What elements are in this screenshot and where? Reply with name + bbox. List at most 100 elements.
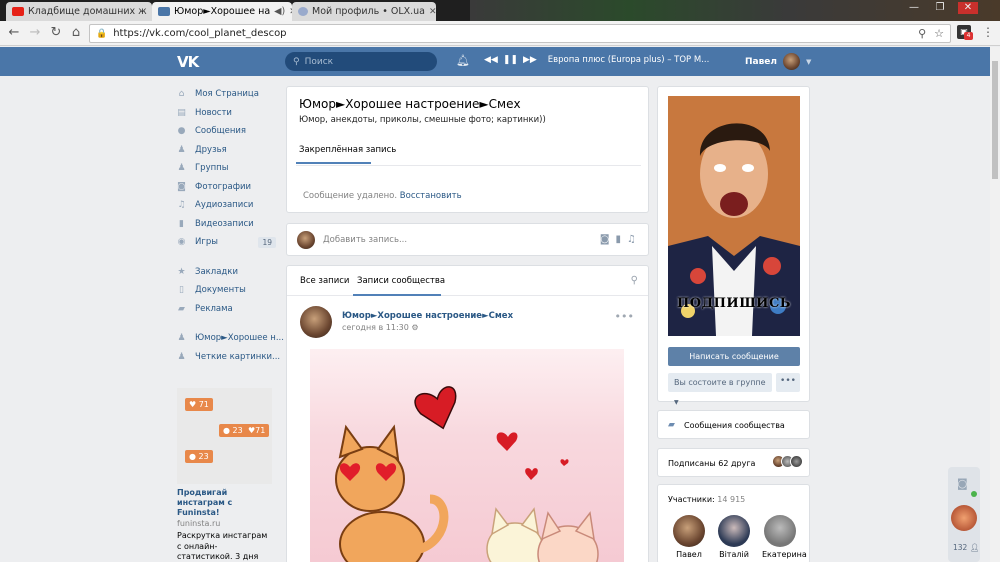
post-author-avatar[interactable] bbox=[300, 306, 332, 338]
group-header-card: Юмор►Хорошее настроение►Смех Юмор, анекд… bbox=[286, 86, 649, 213]
sidebar-item-label: Друзья bbox=[195, 144, 227, 155]
search-placeholder: Поиск bbox=[304, 56, 334, 67]
browser-tab-vk[interactable]: Юмор►Хорошее на ◀) ✕ bbox=[152, 2, 292, 21]
active-tab-indicator bbox=[353, 294, 441, 296]
browser-tab-olx[interactable]: Мой профиль • OLX.ua ✕ bbox=[292, 2, 436, 21]
window-close-icon[interactable]: ✕ bbox=[958, 2, 978, 14]
post-image[interactable] bbox=[310, 349, 624, 562]
deleted-text: Сообщение удалено. bbox=[303, 191, 398, 201]
browser-menu-icon[interactable]: ⋮ bbox=[982, 25, 994, 39]
more-actions-button[interactable]: ••• bbox=[776, 373, 800, 392]
minimize-icon[interactable]: — bbox=[904, 2, 924, 14]
back-icon[interactable]: ← bbox=[6, 25, 22, 41]
maximize-icon[interactable]: ❐ bbox=[930, 2, 950, 14]
scrollbar-thumb[interactable] bbox=[992, 61, 998, 179]
message-icon: ▰ bbox=[668, 420, 675, 430]
ad-text: Раскрутка инстаграм с онлайн-статистикой… bbox=[177, 531, 268, 561]
group-icon: ♟ bbox=[177, 351, 186, 362]
community-messages-label: Сообщения сообщества bbox=[684, 421, 785, 430]
add-post-box[interactable]: Добавить запись... ◙ ▮ ♫ bbox=[286, 223, 649, 256]
sidebar-item-label: Игры bbox=[195, 237, 218, 248]
user-menu[interactable]: Павел ▼ bbox=[745, 53, 811, 70]
sidebar-item-label: Группы bbox=[195, 163, 229, 174]
tab-pinned-post[interactable]: Закреплённая запись bbox=[299, 145, 396, 155]
bookmark-star-icon[interactable]: ☆ bbox=[934, 27, 944, 40]
sidebar-item[interactable]: ♟ Группы bbox=[176, 159, 276, 178]
scrollbar[interactable] bbox=[990, 47, 1000, 562]
url-text: https://vk.com/cool_planet_descop bbox=[113, 28, 287, 39]
tab-community-posts[interactable]: Записи сообщества bbox=[357, 276, 445, 286]
group-description: Юмор, анекдоты, приколы, смешные фото; к… bbox=[299, 115, 546, 125]
sidebar-item-label: Видеозаписи bbox=[195, 218, 254, 229]
menu-separator bbox=[176, 252, 276, 263]
post-time[interactable]: сегодня в 11:30 ⚙ bbox=[342, 323, 419, 332]
sidebar-item[interactable]: ⌂ Моя Страница bbox=[176, 85, 276, 104]
divider bbox=[296, 165, 641, 166]
post-author[interactable]: Юмор►Хорошее настроение►Смех bbox=[342, 311, 513, 321]
wall-feed: Все записи Записи сообщества ⚲ Юмор►Хоро… bbox=[286, 265, 649, 562]
membership-dropdown[interactable]: Вы состоите в группе ▼ bbox=[668, 373, 772, 406]
previous-track-icon[interactable]: ◀◀ bbox=[484, 55, 498, 65]
online-count[interactable]: 132 👤︎ bbox=[953, 543, 979, 552]
restore-link[interactable]: Восстановить bbox=[400, 191, 462, 201]
extension-icon[interactable]: ▣4 bbox=[957, 25, 973, 40]
sidebar-item[interactable]: ★ Закладки bbox=[176, 263, 276, 282]
write-message-button[interactable]: Написать сообщение bbox=[668, 347, 800, 366]
ad-image: ♥ 71 ● 23 ♥71 ● 23 bbox=[177, 388, 272, 484]
forward-icon[interactable]: → bbox=[27, 25, 43, 41]
video-icon[interactable]: ▮ bbox=[616, 234, 622, 245]
sidebar-item-label: Аудиозаписи bbox=[195, 200, 254, 211]
members-label[interactable]: Участники: 14 915 bbox=[668, 495, 745, 504]
ad-block[interactable]: ♥ 71 ● 23 ♥71 ● 23 Продвигай инстаграм с… bbox=[177, 388, 272, 562]
friends-subscribed[interactable]: Подписаны 62 друга bbox=[657, 448, 810, 477]
deleted-message: Сообщение удалено. Восстановить bbox=[303, 191, 462, 201]
member-item[interactable]: Віталій bbox=[716, 515, 752, 559]
search-icon[interactable]: ⚲ bbox=[631, 275, 638, 286]
camera-icon[interactable]: ◙ bbox=[957, 477, 968, 490]
home-icon[interactable]: ⌂ bbox=[68, 25, 84, 41]
sidebar-item[interactable]: ▰ Реклама bbox=[176, 300, 276, 319]
zoom-icon[interactable]: ⚲ bbox=[918, 27, 926, 40]
sidebar-item[interactable]: ▯ Документы bbox=[176, 281, 276, 300]
friends-subscribed-label: Подписаны 62 друга bbox=[668, 459, 756, 468]
ad-title[interactable]: Продвигай инстаграм с Funinsta! bbox=[177, 488, 272, 518]
reload-icon[interactable]: ↻ bbox=[48, 25, 64, 41]
bell-icon[interactable]: 🔔︎ bbox=[456, 54, 470, 67]
music-icon[interactable]: ♫ bbox=[627, 234, 636, 245]
sidebar-item[interactable]: ◙ Фотографии bbox=[176, 178, 276, 197]
community-messages[interactable]: ▰ Сообщения сообщества bbox=[657, 410, 810, 439]
tab-title: Юмор►Хорошее на bbox=[174, 6, 271, 17]
track-title[interactable]: Европа плюс (Europa plus) – TOP M... bbox=[548, 55, 710, 65]
lock-icon: 🔒 bbox=[96, 28, 108, 39]
avatar bbox=[718, 515, 750, 547]
cats-illustration bbox=[335, 386, 599, 562]
add-post-input[interactable]: Добавить запись... bbox=[323, 235, 407, 245]
sidebar-item[interactable]: ● Сообщения bbox=[176, 122, 276, 141]
member-item[interactable]: Екатерина bbox=[762, 515, 807, 559]
pause-icon[interactable]: ❚❚ bbox=[503, 55, 518, 65]
member-item[interactable]: Павел bbox=[671, 515, 707, 559]
group-cover-card: ПОДПИШИСЬ Написать сообщение Вы состоите… bbox=[657, 86, 810, 406]
url-bar[interactable]: 🔒 https://vk.com/cool_planet_descop ⚲ ☆ bbox=[89, 24, 951, 43]
sidebar-item[interactable]: ♟ Юмор►Хорошее н... bbox=[176, 329, 284, 348]
close-icon[interactable]: ✕ bbox=[429, 7, 436, 17]
members-block: Участники: 14 915 Павел Віталій Екатерин… bbox=[657, 484, 810, 562]
sidebar-item[interactable]: ◉ Игры 19 bbox=[176, 233, 276, 252]
friend-avatar[interactable] bbox=[951, 505, 977, 531]
search-input[interactable]: ⚲ Поиск bbox=[285, 52, 437, 71]
tab-all-posts[interactable]: Все записи bbox=[300, 276, 349, 286]
vk-logo[interactable]: VK bbox=[177, 53, 199, 71]
camera-icon[interactable]: ◙ bbox=[600, 234, 610, 245]
more-options-icon[interactable]: ••• bbox=[615, 310, 634, 323]
user-name: Павел bbox=[745, 56, 777, 67]
sidebar-item[interactable]: ♫ Аудиозаписи bbox=[176, 196, 276, 215]
sidebar-item[interactable]: ▤ Новости bbox=[176, 104, 276, 123]
vk-header: VK ⚲ Поиск 🔔︎ ◀◀ ❚❚ ▶▶ Европа плюс (Euro… bbox=[0, 47, 990, 76]
sidebar-item[interactable]: ▮ Видеозаписи bbox=[176, 215, 276, 234]
membership-label: Вы состоите в группе bbox=[674, 378, 766, 387]
sidebar-item[interactable]: ♟ Четкие картинки... bbox=[176, 348, 280, 367]
next-track-icon[interactable]: ▶▶ bbox=[523, 55, 537, 65]
browser-tab-youtube[interactable]: Кладбище домашних ж ✕ bbox=[6, 2, 152, 21]
sidebar-item[interactable]: ♟ Друзья bbox=[176, 141, 276, 160]
group-avatar[interactable]: ПОДПИШИСЬ bbox=[668, 96, 800, 336]
